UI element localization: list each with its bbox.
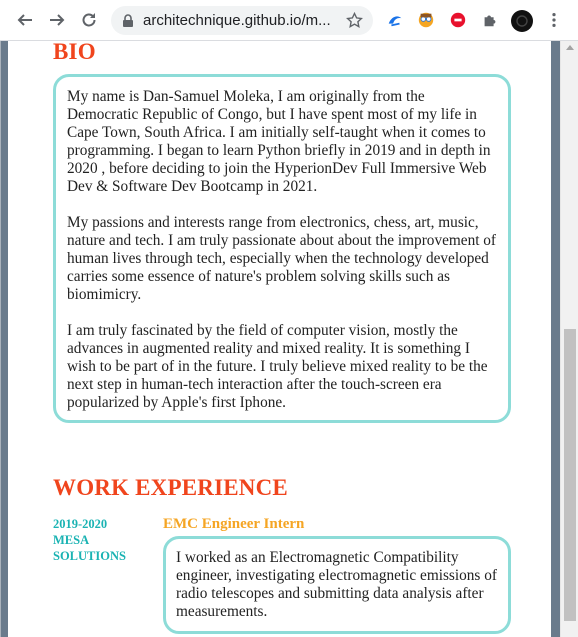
reload-button[interactable] [75, 6, 103, 34]
address-bar[interactable]: architechnique.github.io/m... [111, 6, 373, 35]
reload-icon [82, 13, 96, 27]
lock-icon [123, 13, 133, 27]
record-extension-icon[interactable] [448, 10, 468, 30]
job-title: EMC Engineer Intern [163, 516, 305, 532]
job-description: I worked as an Electromagnetic Compatibi… [176, 549, 497, 620]
arrow-left-icon [17, 14, 32, 26]
browser-toolbar: architechnique.github.io/m... [0, 0, 578, 41]
arrow-right-icon [50, 14, 65, 26]
blue-swirl-extension-icon[interactable] [385, 10, 405, 30]
profile-avatar-icon[interactable] [510, 9, 534, 33]
vertical-scrollbar[interactable] [560, 41, 578, 637]
bio-heading: BIO [53, 41, 96, 64]
url-text: architechnique.github.io/m... [143, 12, 331, 29]
work-experience-heading: WORK EXPERIENCE [53, 475, 288, 500]
page-content: BIO My name is Dan-Samuel Moleka, I am o… [8, 41, 551, 637]
page-left-stripe [1, 41, 8, 637]
bio-paragraph: I am truly fascinated by the field of co… [67, 322, 488, 411]
bio-paragraph: My name is Dan-Samuel Moleka, I am origi… [67, 88, 491, 195]
job-date: 2019-2020 [53, 517, 108, 531]
avatar-extension-icon[interactable] [416, 10, 436, 30]
forward-button[interactable] [43, 6, 71, 34]
job-company: MESA [53, 533, 90, 547]
bio-card: My name is Dan-Samuel Moleka, I am origi… [53, 74, 511, 423]
scroll-up-arrow-icon[interactable] [566, 45, 574, 50]
page-right-stripe [551, 41, 560, 637]
job-description-card: I worked as an Electromagnetic Compatibi… [163, 536, 511, 634]
puzzle-extensions-icon[interactable] [480, 10, 500, 30]
job-company: SOLUTIONS [53, 549, 126, 563]
back-button[interactable] [11, 6, 39, 34]
bio-paragraph: My passions and interests range from ele… [67, 214, 497, 303]
bookmark-star-icon[interactable] [346, 12, 363, 29]
kebab-menu-icon[interactable] [544, 10, 564, 30]
job-date-company: 2019-2020 MESA SOLUTIONS [53, 516, 143, 564]
scrollbar-thumb[interactable] [564, 329, 576, 621]
